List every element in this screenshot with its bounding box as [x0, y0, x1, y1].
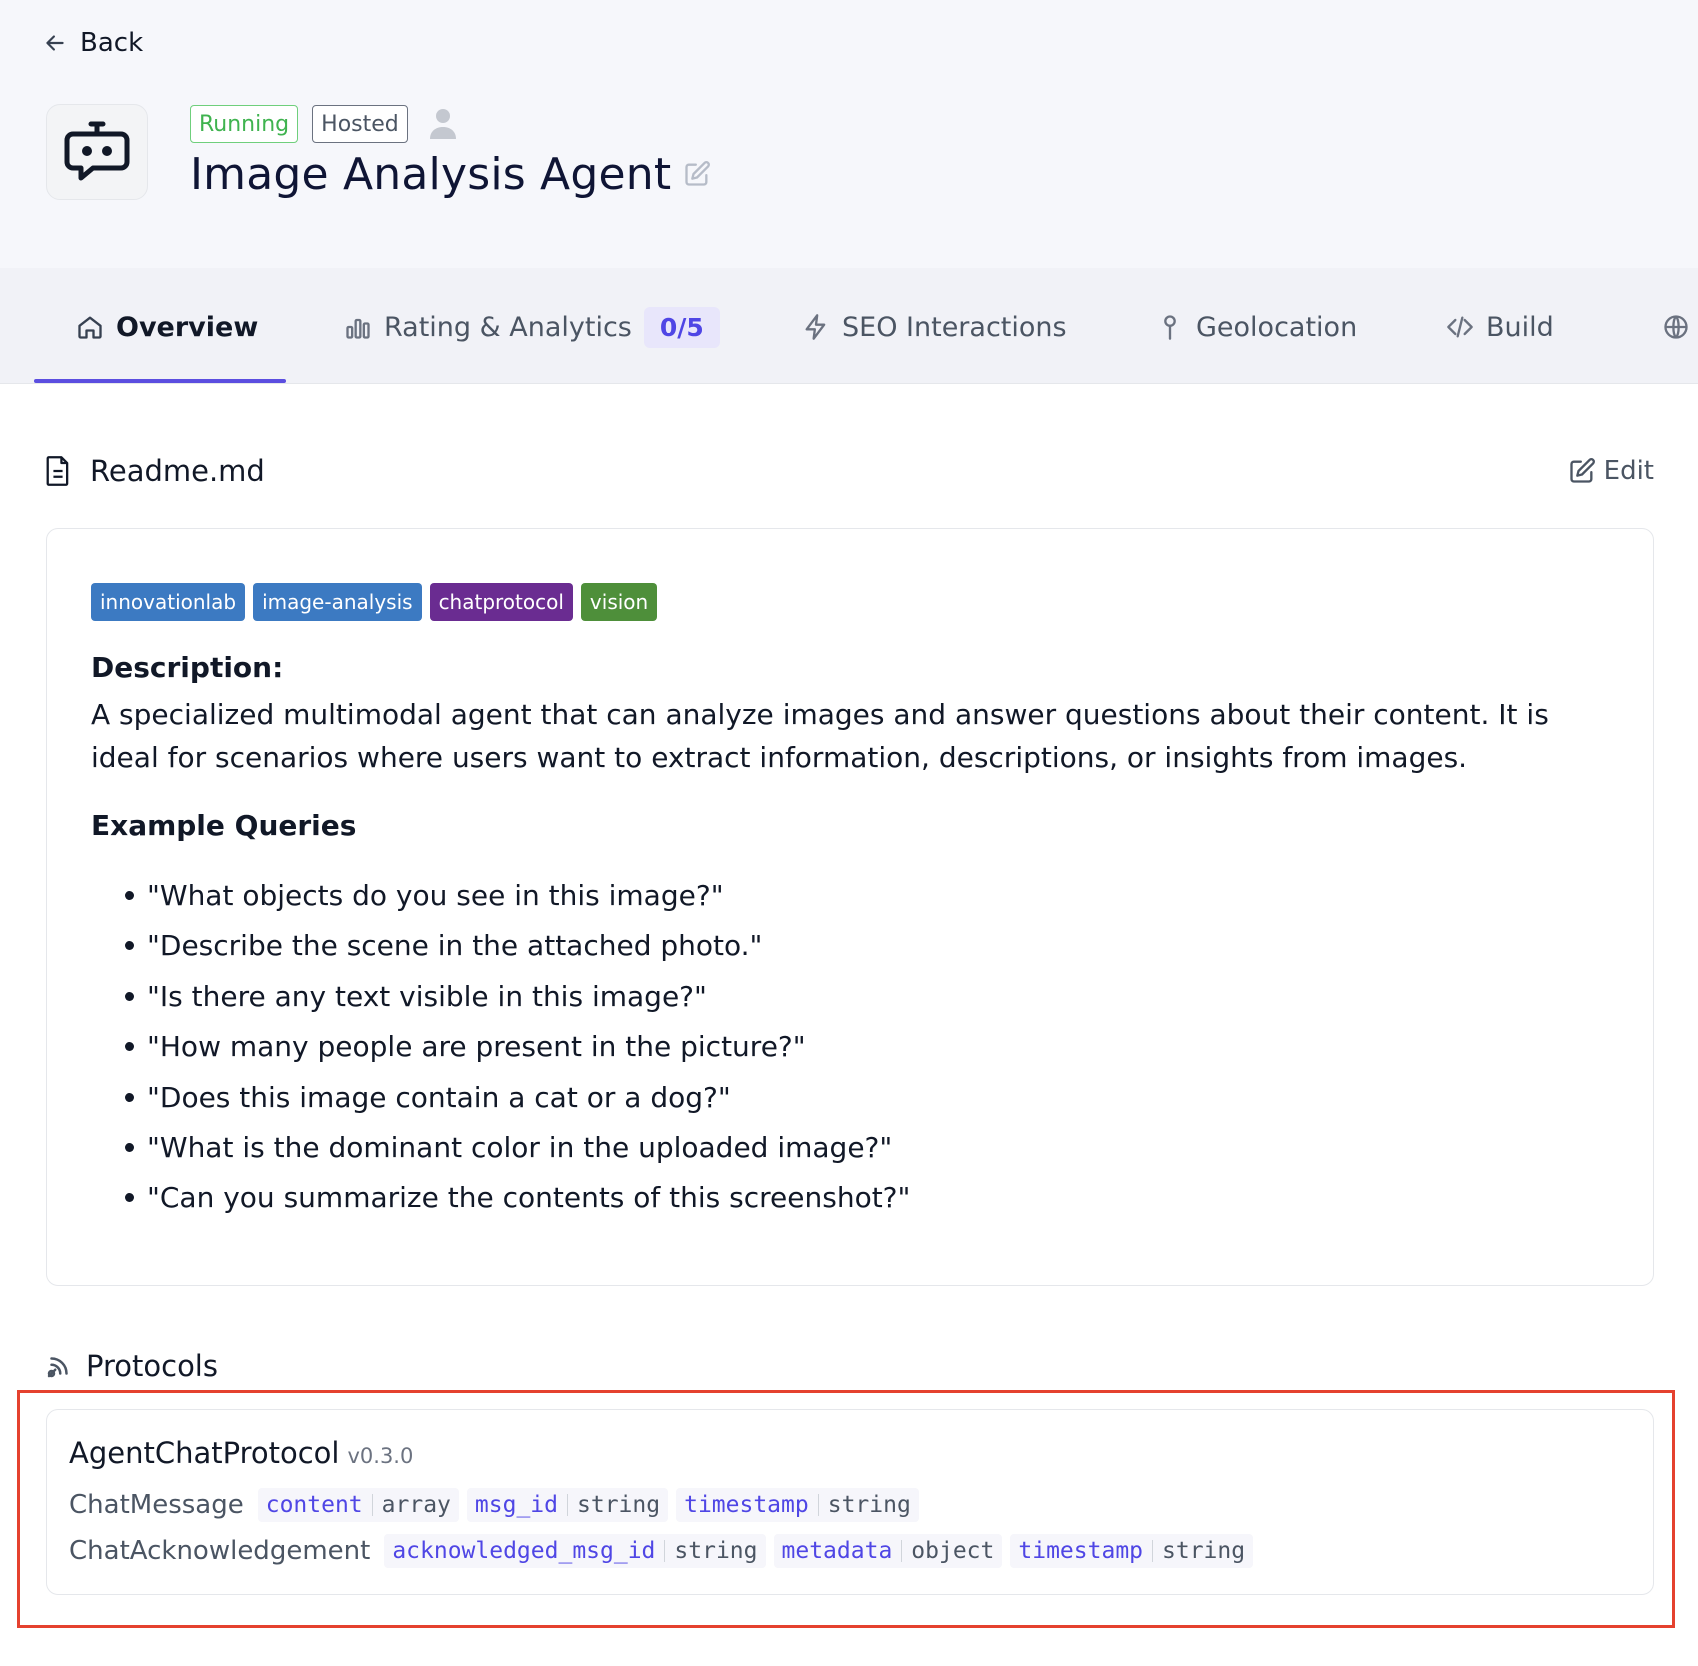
globe-icon	[1664, 315, 1688, 339]
back-label: Back	[80, 28, 144, 58]
field-chip: timestamp string	[676, 1488, 919, 1522]
field-name: content	[265, 1492, 363, 1518]
edit-title-icon[interactable]	[683, 160, 711, 188]
tab-rating-analytics[interactable]: Rating & Analytics 0/5	[344, 302, 720, 352]
readme-title: Readme.md	[90, 454, 265, 488]
protocol-card: AgentChatProtocol v0.3.0 ChatMessage con…	[46, 1409, 1654, 1595]
bar-chart-icon	[346, 318, 370, 339]
field-name: timestamp	[684, 1492, 809, 1518]
user-icon[interactable]	[428, 107, 458, 141]
list-item: "What is the dominant color in the uploa…	[91, 1123, 1591, 1173]
tab-label: Overview	[116, 311, 259, 343]
message-name: ChatMessage	[69, 1490, 244, 1520]
protocols-header: Protocols	[44, 1345, 218, 1387]
protocol-name-row: AgentChatProtocol v0.3.0	[69, 1436, 413, 1470]
agent-badges: Running Hosted	[190, 104, 458, 144]
field-type: object	[911, 1538, 995, 1564]
protocol-name: AgentChatProtocol	[69, 1436, 340, 1470]
tab-label: Build	[1486, 311, 1554, 343]
tag-vision[interactable]: vision	[580, 583, 658, 621]
agent-header: Back Running Hosted Image Analysis Agent	[0, 0, 1698, 268]
home-icon	[78, 316, 102, 339]
readme-card: innovationlab image-analysis chatprotoco…	[46, 528, 1654, 1286]
tab-overview[interactable]: Overview	[76, 302, 258, 352]
list-item: "Describe the scene in the attached phot…	[91, 921, 1591, 971]
tab-label: Geolocation	[1196, 311, 1358, 343]
status-badge: Running	[190, 105, 299, 143]
field-type: string	[1162, 1538, 1246, 1564]
example-queries-heading: Example Queries	[91, 809, 357, 842]
list-item: "What objects do you see in this image?"	[91, 871, 1591, 921]
tab-geolocation[interactable]: Geolocation	[1156, 302, 1357, 352]
field-chip: msg_id string	[466, 1488, 669, 1522]
edit-readme-button[interactable]: Edit	[1568, 456, 1654, 486]
field-chip: acknowledged_msg_id string	[384, 1534, 766, 1568]
robot-chat-icon	[64, 121, 130, 181]
field-separator	[567, 1494, 568, 1516]
protocols-title: Protocols	[86, 1349, 218, 1383]
list-item: "Is there any text visible in this image…	[91, 972, 1591, 1022]
arrow-left-icon	[46, 35, 64, 51]
tag-innovationlab[interactable]: innovationlab	[91, 583, 246, 621]
readme-header: Readme.md Edit	[44, 450, 1654, 492]
field-type: string	[674, 1538, 758, 1564]
example-queries-list: "What objects do you see in this image?"…	[91, 871, 1591, 1224]
message-row-chatacknowledgement: ChatAcknowledgement acknowledged_msg_id s…	[69, 1532, 1254, 1570]
field-chip: content array	[257, 1488, 459, 1522]
tab-label: Rating & Analytics	[384, 311, 632, 343]
code-icon	[1447, 316, 1473, 338]
field-separator	[1152, 1540, 1154, 1562]
file-icon	[46, 456, 69, 486]
field-chip: metadata object	[773, 1534, 1003, 1568]
tab-build[interactable]: Build	[1446, 302, 1554, 352]
list-item: "How many people are present in the pict…	[91, 1022, 1591, 1072]
agent-avatar	[46, 104, 148, 200]
field-name: metadata	[781, 1538, 893, 1564]
message-row-chatmessage: ChatMessage content array msg_id string ti…	[69, 1486, 919, 1524]
page-title: Image Analysis Agent	[190, 148, 672, 200]
tab-seo-interactions[interactable]: SEO Interactions	[802, 302, 1067, 352]
hosting-badge: Hosted	[312, 105, 408, 143]
field-separator	[371, 1494, 373, 1516]
field-name: acknowledged_msg_id	[392, 1538, 656, 1564]
protocol-version: v0.3.0	[347, 1444, 414, 1468]
field-type: string	[577, 1492, 661, 1518]
field-name: msg_id	[474, 1492, 558, 1518]
field-type: array	[381, 1492, 451, 1518]
rating-count-badge: 0/5	[643, 306, 720, 348]
list-item: "Does this image contain a cat or a dog?…	[91, 1073, 1591, 1123]
field-separator	[901, 1540, 903, 1562]
pin-icon	[1164, 315, 1176, 340]
edit-label: Edit	[1603, 456, 1654, 486]
field-separator	[664, 1540, 666, 1562]
tab-more[interactable]	[1662, 302, 1690, 352]
active-tab-indicator	[34, 379, 286, 383]
description-text: A specialized multimodal agent that can …	[91, 698, 1549, 774]
tag-chatprotocol[interactable]: chatprotocol	[429, 583, 573, 621]
field-name: timestamp	[1018, 1538, 1144, 1564]
agent-title-row: Image Analysis Agent	[190, 146, 711, 202]
field-type: string	[827, 1492, 911, 1518]
lightning-icon	[805, 314, 826, 340]
edit-icon	[1569, 458, 1595, 483]
list-item: "Can you summarize the contents of this …	[91, 1173, 1591, 1223]
back-button[interactable]: Back	[42, 26, 143, 60]
tag-image-analysis[interactable]: image-analysis	[253, 583, 422, 621]
message-name: ChatAcknowledgement	[69, 1536, 371, 1566]
description-heading: Description:	[91, 651, 284, 684]
field-separator	[817, 1494, 819, 1516]
field-chip: timestamp string	[1010, 1534, 1254, 1568]
tab-bar: Overview Rating & Analytics 0/5 SEO Inte…	[0, 268, 1698, 384]
signal-icon	[47, 1357, 68, 1378]
tab-label: SEO Interactions	[842, 311, 1067, 343]
tag-list: innovationlab image-analysis chatprotoco…	[91, 583, 658, 621]
